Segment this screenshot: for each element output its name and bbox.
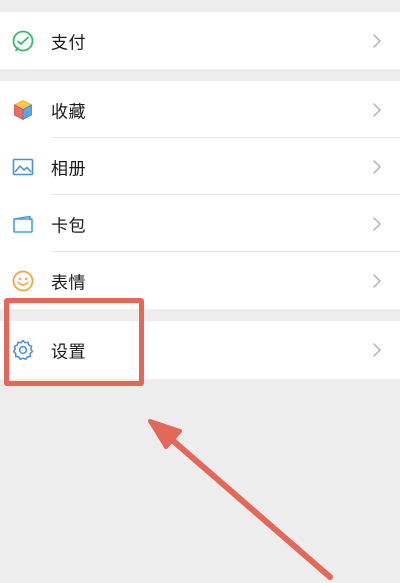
chevron-right-icon (373, 33, 381, 48)
wechat-pay-icon (12, 30, 34, 51)
highlight-box (4, 298, 144, 386)
chevron-right-icon (373, 343, 381, 357)
card-wallet-icon (13, 215, 33, 233)
chevron-right-icon (373, 273, 381, 288)
section-spacer (0, 69, 400, 81)
menu-item-cards[interactable]: 卡包 (0, 195, 400, 252)
features-group: 收藏 相册 卡包 表情 (0, 81, 400, 309)
menu-item-label: 表情 (51, 273, 86, 293)
menu-item-label: 相册 (51, 159, 86, 179)
menu-item-label: 支付 (51, 33, 86, 53)
pay-group: 支付 (0, 12, 400, 69)
menu-item-label: 卡包 (51, 216, 86, 236)
menu-item-favorites[interactable]: 收藏 (0, 81, 400, 138)
menu-item-pay[interactable]: 支付 (0, 12, 400, 69)
menu-item-label: 收藏 (51, 102, 86, 122)
chevron-right-icon (373, 159, 381, 174)
top-spacer (0, 0, 400, 12)
photo-album-icon (12, 158, 34, 175)
chevron-right-icon (373, 216, 381, 231)
favorites-cube-icon (13, 99, 33, 120)
chevron-right-icon (373, 102, 381, 117)
smiley-icon (12, 270, 34, 291)
menu-item-album[interactable]: 相册 (0, 138, 400, 195)
